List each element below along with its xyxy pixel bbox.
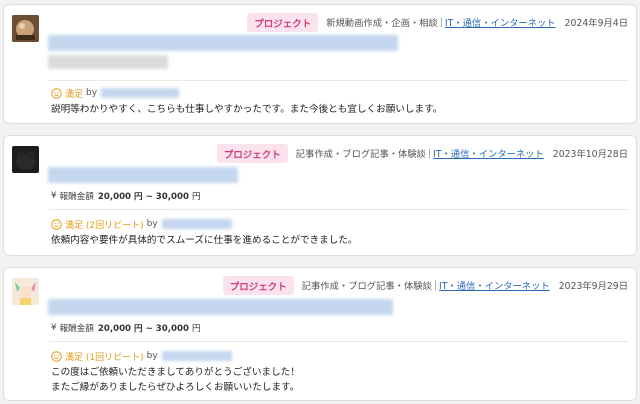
review-comment-line2: またご縁がありましたらぜひよろしくお願いいたします。 xyxy=(51,382,300,393)
review-date: 2023年10月28日 xyxy=(552,149,628,160)
category-label: 記事作成・ブログ記事・体験談 xyxy=(295,149,426,160)
review-date: 2024年9月4日 xyxy=(564,18,628,29)
title-redacted[interactable] xyxy=(48,167,238,183)
title-redacted-line2[interactable] xyxy=(48,55,168,69)
yen-icon: ¥ xyxy=(51,323,57,333)
fee-label: 報酬金額 xyxy=(59,192,94,202)
industry-link[interactable]: IT・通信・インターネット xyxy=(433,146,544,160)
project-badge: プロジェクト xyxy=(222,275,294,295)
review-card: プロジェクト 新規動画作成・企画・相談 | IT・通信・インターネット 2024… xyxy=(3,4,637,124)
project-badge: プロジェクト xyxy=(216,143,288,163)
card-header: プロジェクト 記事作成・ブログ記事・体験談 | IT・通信・インターネット 20… xyxy=(216,143,628,163)
avatar-image xyxy=(12,278,39,305)
fee-row: ¥ 報酬金額 20,000 円 ~ 30,000 円 xyxy=(51,322,201,334)
rating-label: 満足 (2回リピート) xyxy=(65,220,144,231)
smile-icon xyxy=(51,350,62,362)
divider xyxy=(49,80,628,81)
review-date: 2023年9月29日 xyxy=(558,281,628,292)
yen-icon: ¥ xyxy=(51,191,57,201)
fee-amount: 20,000 円 ~ 30,000 xyxy=(97,192,189,202)
fee-row: ¥ 報酬金額 20,000 円 ~ 30,000 円 xyxy=(51,190,201,202)
avatar-image xyxy=(12,15,39,42)
divider xyxy=(49,209,628,210)
card-header: プロジェクト 記事作成・ブログ記事・体験談 | IT・通信・インターネット 20… xyxy=(222,275,628,295)
fee-amount: 20,000 円 ~ 30,000 xyxy=(97,324,189,334)
smile-icon xyxy=(51,87,62,99)
project-badge: プロジェクト xyxy=(247,12,319,32)
separator: | xyxy=(427,147,432,159)
smile-icon xyxy=(51,218,62,230)
review-comment: この度はご依頼いただきましてありがとうございました！ xyxy=(51,367,300,378)
rating-label: 満足 (1回リピート) xyxy=(65,352,144,363)
by-label: by xyxy=(86,88,98,98)
review-comment: 依頼内容や要件が具体的でスムーズに仕事を進めることができました。 xyxy=(51,235,358,246)
reviewer-name-redacted[interactable] xyxy=(161,219,232,229)
avatar[interactable] xyxy=(12,15,39,42)
review-comment: 説明等わかりやすく、こちらも仕事しやすかったです。また今後とも宜しくお願いします… xyxy=(51,104,443,115)
rating-row: 満足 by xyxy=(51,86,180,100)
industry-link[interactable]: IT・通信・インターネット xyxy=(439,278,550,292)
separator: | xyxy=(439,16,443,28)
title-redacted[interactable] xyxy=(48,35,398,51)
fee-unit: 円 xyxy=(191,192,201,202)
avatar-image xyxy=(12,146,39,173)
by-label: by xyxy=(146,351,158,361)
avatar[interactable] xyxy=(12,278,39,305)
industry-link[interactable]: IT・通信・インターネット xyxy=(445,15,556,29)
review-card: プロジェクト 記事作成・ブログ記事・体験談 | IT・通信・インターネット 20… xyxy=(3,135,637,256)
rating-row: 満足 (1回リピート) by xyxy=(51,349,232,363)
rating-row: 満足 (2回リピート) by xyxy=(51,217,232,231)
review-card: プロジェクト 記事作成・ブログ記事・体験談 | IT・通信・インターネット 20… xyxy=(3,267,637,401)
category-label: 新規動画作成・企画・相談 xyxy=(326,18,438,29)
fee-unit: 円 xyxy=(191,324,201,334)
divider xyxy=(49,341,628,342)
card-header: プロジェクト 新規動画作成・企画・相談 | IT・通信・インターネット 2024… xyxy=(247,12,628,32)
category-label: 記事作成・ブログ記事・体験談 xyxy=(301,281,432,292)
title-redacted[interactable] xyxy=(48,299,393,315)
rating-label: 満足 xyxy=(65,89,84,100)
avatar[interactable] xyxy=(12,146,39,173)
by-label: by xyxy=(146,219,158,229)
fee-label: 報酬金額 xyxy=(59,324,94,334)
reviewer-name-redacted[interactable] xyxy=(161,351,232,361)
separator: | xyxy=(433,279,438,291)
reviewer-name-redacted[interactable] xyxy=(101,88,180,98)
